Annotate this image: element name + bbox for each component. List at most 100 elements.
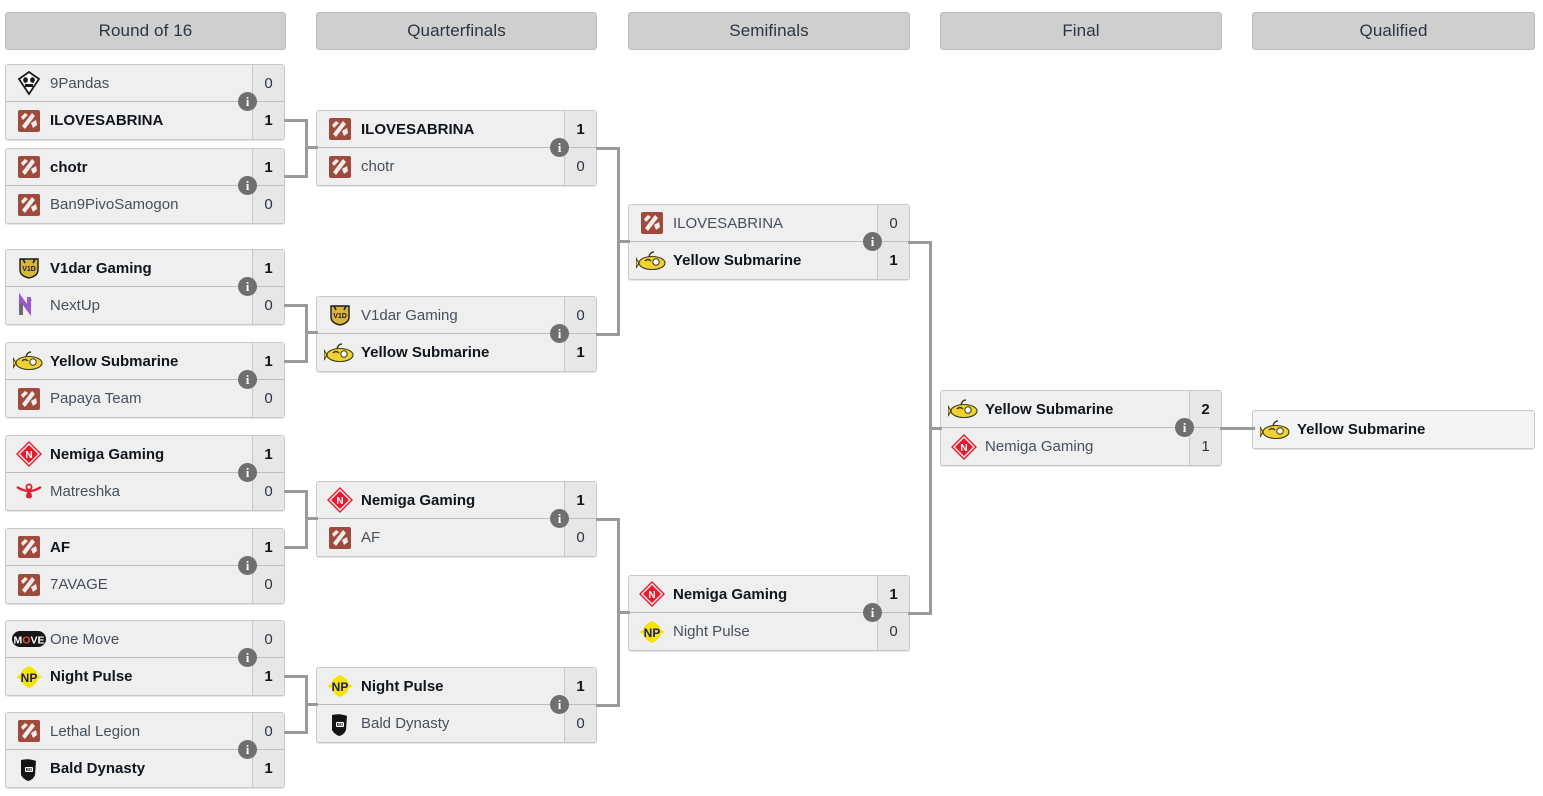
match-info-icon[interactable]: i	[863, 603, 882, 622]
team-name: chotr	[50, 158, 88, 176]
round-header-label: Final	[1062, 21, 1100, 40]
match-r16-3[interactable]: V1D V1dar Gaming 1 NextUp 0 i	[5, 249, 285, 325]
nemiga-logo: N	[323, 486, 357, 514]
team-score: 0	[252, 621, 284, 657]
match-final-1[interactable]: Yellow Submarine 2 N Nemiga Gaming 1 i	[940, 390, 1222, 466]
bald-dynasty-logo: BD	[12, 755, 46, 783]
match-info-icon[interactable]: i	[863, 232, 882, 251]
night-pulse-logo: NP	[635, 618, 669, 646]
dota-generic-logo	[12, 533, 46, 561]
match-r16-8[interactable]: Lethal Legion 0 BD Bald Dynasty 1 i	[5, 712, 285, 788]
match-info-icon[interactable]: i	[238, 277, 257, 296]
team-name: Yellow Submarine	[1297, 421, 1426, 438]
match-qf-4[interactable]: NP Night Pulse 1 BD Bald Dynasty 0 i	[316, 667, 597, 743]
svg-text:NP: NP	[644, 626, 661, 640]
connector-line	[1220, 427, 1255, 430]
round-header-semifinals: Semifinals	[628, 12, 910, 50]
team-name: Yellow Submarine	[361, 344, 490, 361]
match-r16-4[interactable]: Yellow Submarine 1 Papaya Team 0 i	[5, 342, 285, 418]
team-score: 2	[1189, 391, 1221, 427]
dota-generic-logo	[12, 717, 46, 745]
yellow-submarine-logo	[635, 247, 669, 275]
match-info-icon[interactable]: i	[238, 648, 257, 667]
match-r16-1[interactable]: 9Pandas 0 ILOVESABRINA 1 i	[5, 64, 285, 140]
svg-text:NP: NP	[21, 671, 38, 685]
9pandas-logo	[12, 69, 46, 97]
match-info-icon[interactable]: i	[238, 176, 257, 195]
match-info-icon[interactable]: i	[550, 138, 569, 157]
match-info-icon[interactable]: i	[238, 92, 257, 111]
match-info-icon[interactable]: i	[238, 740, 257, 759]
team-name: Lethal Legion	[50, 722, 141, 740]
team-name: One Move	[50, 630, 120, 648]
nemiga-logo: N	[947, 433, 981, 461]
yellow-submarine-logo	[323, 339, 357, 367]
svg-text:N: N	[960, 443, 967, 454]
match-info-icon[interactable]: i	[1175, 418, 1194, 437]
team-name: Nemiga Gaming	[361, 491, 476, 509]
round-header-final: Final	[940, 12, 1222, 50]
team-name: AF	[361, 529, 381, 546]
round-header-quarterfinals: Quarterfinals	[316, 12, 597, 50]
team-score: 0	[564, 705, 596, 742]
match-info-icon[interactable]: i	[550, 509, 569, 528]
team-score: 0	[877, 613, 909, 650]
team-score: 1	[252, 529, 284, 565]
team-score: 1	[564, 334, 596, 371]
team-name: Night Pulse	[50, 668, 133, 685]
dota-generic-logo	[323, 524, 357, 552]
team-score: 0	[564, 297, 596, 333]
team-name: AF	[50, 538, 70, 556]
team-name: ILOVESABRINA	[361, 120, 475, 138]
round-header-label: Round of 16	[98, 21, 193, 40]
match-r16-6[interactable]: AF 1 7AVAGE 0 i	[5, 528, 285, 604]
team-score: 1	[252, 343, 284, 379]
match-qf-3[interactable]: N Nemiga Gaming 1 AF 0 i	[316, 481, 597, 557]
yellow-submarine-logo	[12, 347, 46, 375]
connector-line	[617, 611, 630, 614]
team-name: V1dar Gaming	[361, 306, 458, 324]
svg-text:BD: BD	[26, 767, 33, 772]
match-sf-1[interactable]: ILOVESABRINA 0 Yellow Submarine 1 i	[628, 204, 910, 280]
team-name: 7AVAGE	[50, 576, 108, 593]
match-info-icon[interactable]: i	[550, 695, 569, 714]
team-name: chotr	[361, 158, 395, 175]
svg-text:BD: BD	[337, 722, 344, 727]
team-score: 0	[252, 186, 284, 223]
team-score: 0	[252, 65, 284, 101]
match-info-icon[interactable]: i	[238, 463, 257, 482]
team-name: Bald Dynasty	[50, 760, 146, 777]
team-name: Ban9PivoSamogon	[50, 196, 179, 213]
match-qf-2[interactable]: V1D V1dar Gaming 0 Yellow Submarine 1 i	[316, 296, 597, 372]
round-header-label: Semifinals	[729, 21, 809, 40]
dota-generic-logo	[12, 385, 46, 413]
team-name: Papaya Team	[50, 390, 142, 407]
match-info-icon[interactable]: i	[550, 324, 569, 343]
team-name: ILOVESABRINA	[50, 112, 164, 129]
round-header-qualified: Qualified	[1252, 12, 1535, 50]
team-score: 1	[564, 482, 596, 518]
svg-text:MOVE: MOVE	[14, 635, 45, 647]
team-score: 1	[877, 242, 909, 279]
team-score: 0	[252, 473, 284, 510]
bald-dynasty-logo: BD	[323, 710, 357, 738]
team-name: 9Pandas	[50, 74, 110, 92]
match-r16-7[interactable]: MOVE One Move 0 NP Night Pulse 1 i	[5, 620, 285, 696]
team-name: Yellow Submarine	[673, 252, 802, 269]
match-row-top[interactable]: Yellow Submarine	[1253, 411, 1534, 448]
match-r16-2[interactable]: chotr 1 Ban9PivoSamogon 0 i	[5, 148, 285, 224]
connector-line	[929, 427, 942, 430]
match-qf-1[interactable]: ILOVESABRINA 1 chotr 0 i	[316, 110, 597, 186]
team-score: 1	[252, 149, 284, 185]
yellow-submarine-logo	[947, 395, 981, 423]
match-sf-2[interactable]: N Nemiga Gaming 1 NP Night Pulse 0 i	[628, 575, 910, 651]
connector-line	[305, 331, 318, 334]
team-name: Nemiga Gaming	[50, 445, 165, 463]
match-r16-5[interactable]: N Nemiga Gaming 1 Matreshka 0 i	[5, 435, 285, 511]
dota-generic-logo	[12, 571, 46, 599]
round-header-label: Quarterfinals	[407, 21, 506, 40]
match-info-icon[interactable]: i	[238, 370, 257, 389]
match-qualified-1[interactable]: Yellow Submarine	[1252, 410, 1535, 449]
match-info-icon[interactable]: i	[238, 556, 257, 575]
nemiga-logo: N	[635, 580, 669, 608]
